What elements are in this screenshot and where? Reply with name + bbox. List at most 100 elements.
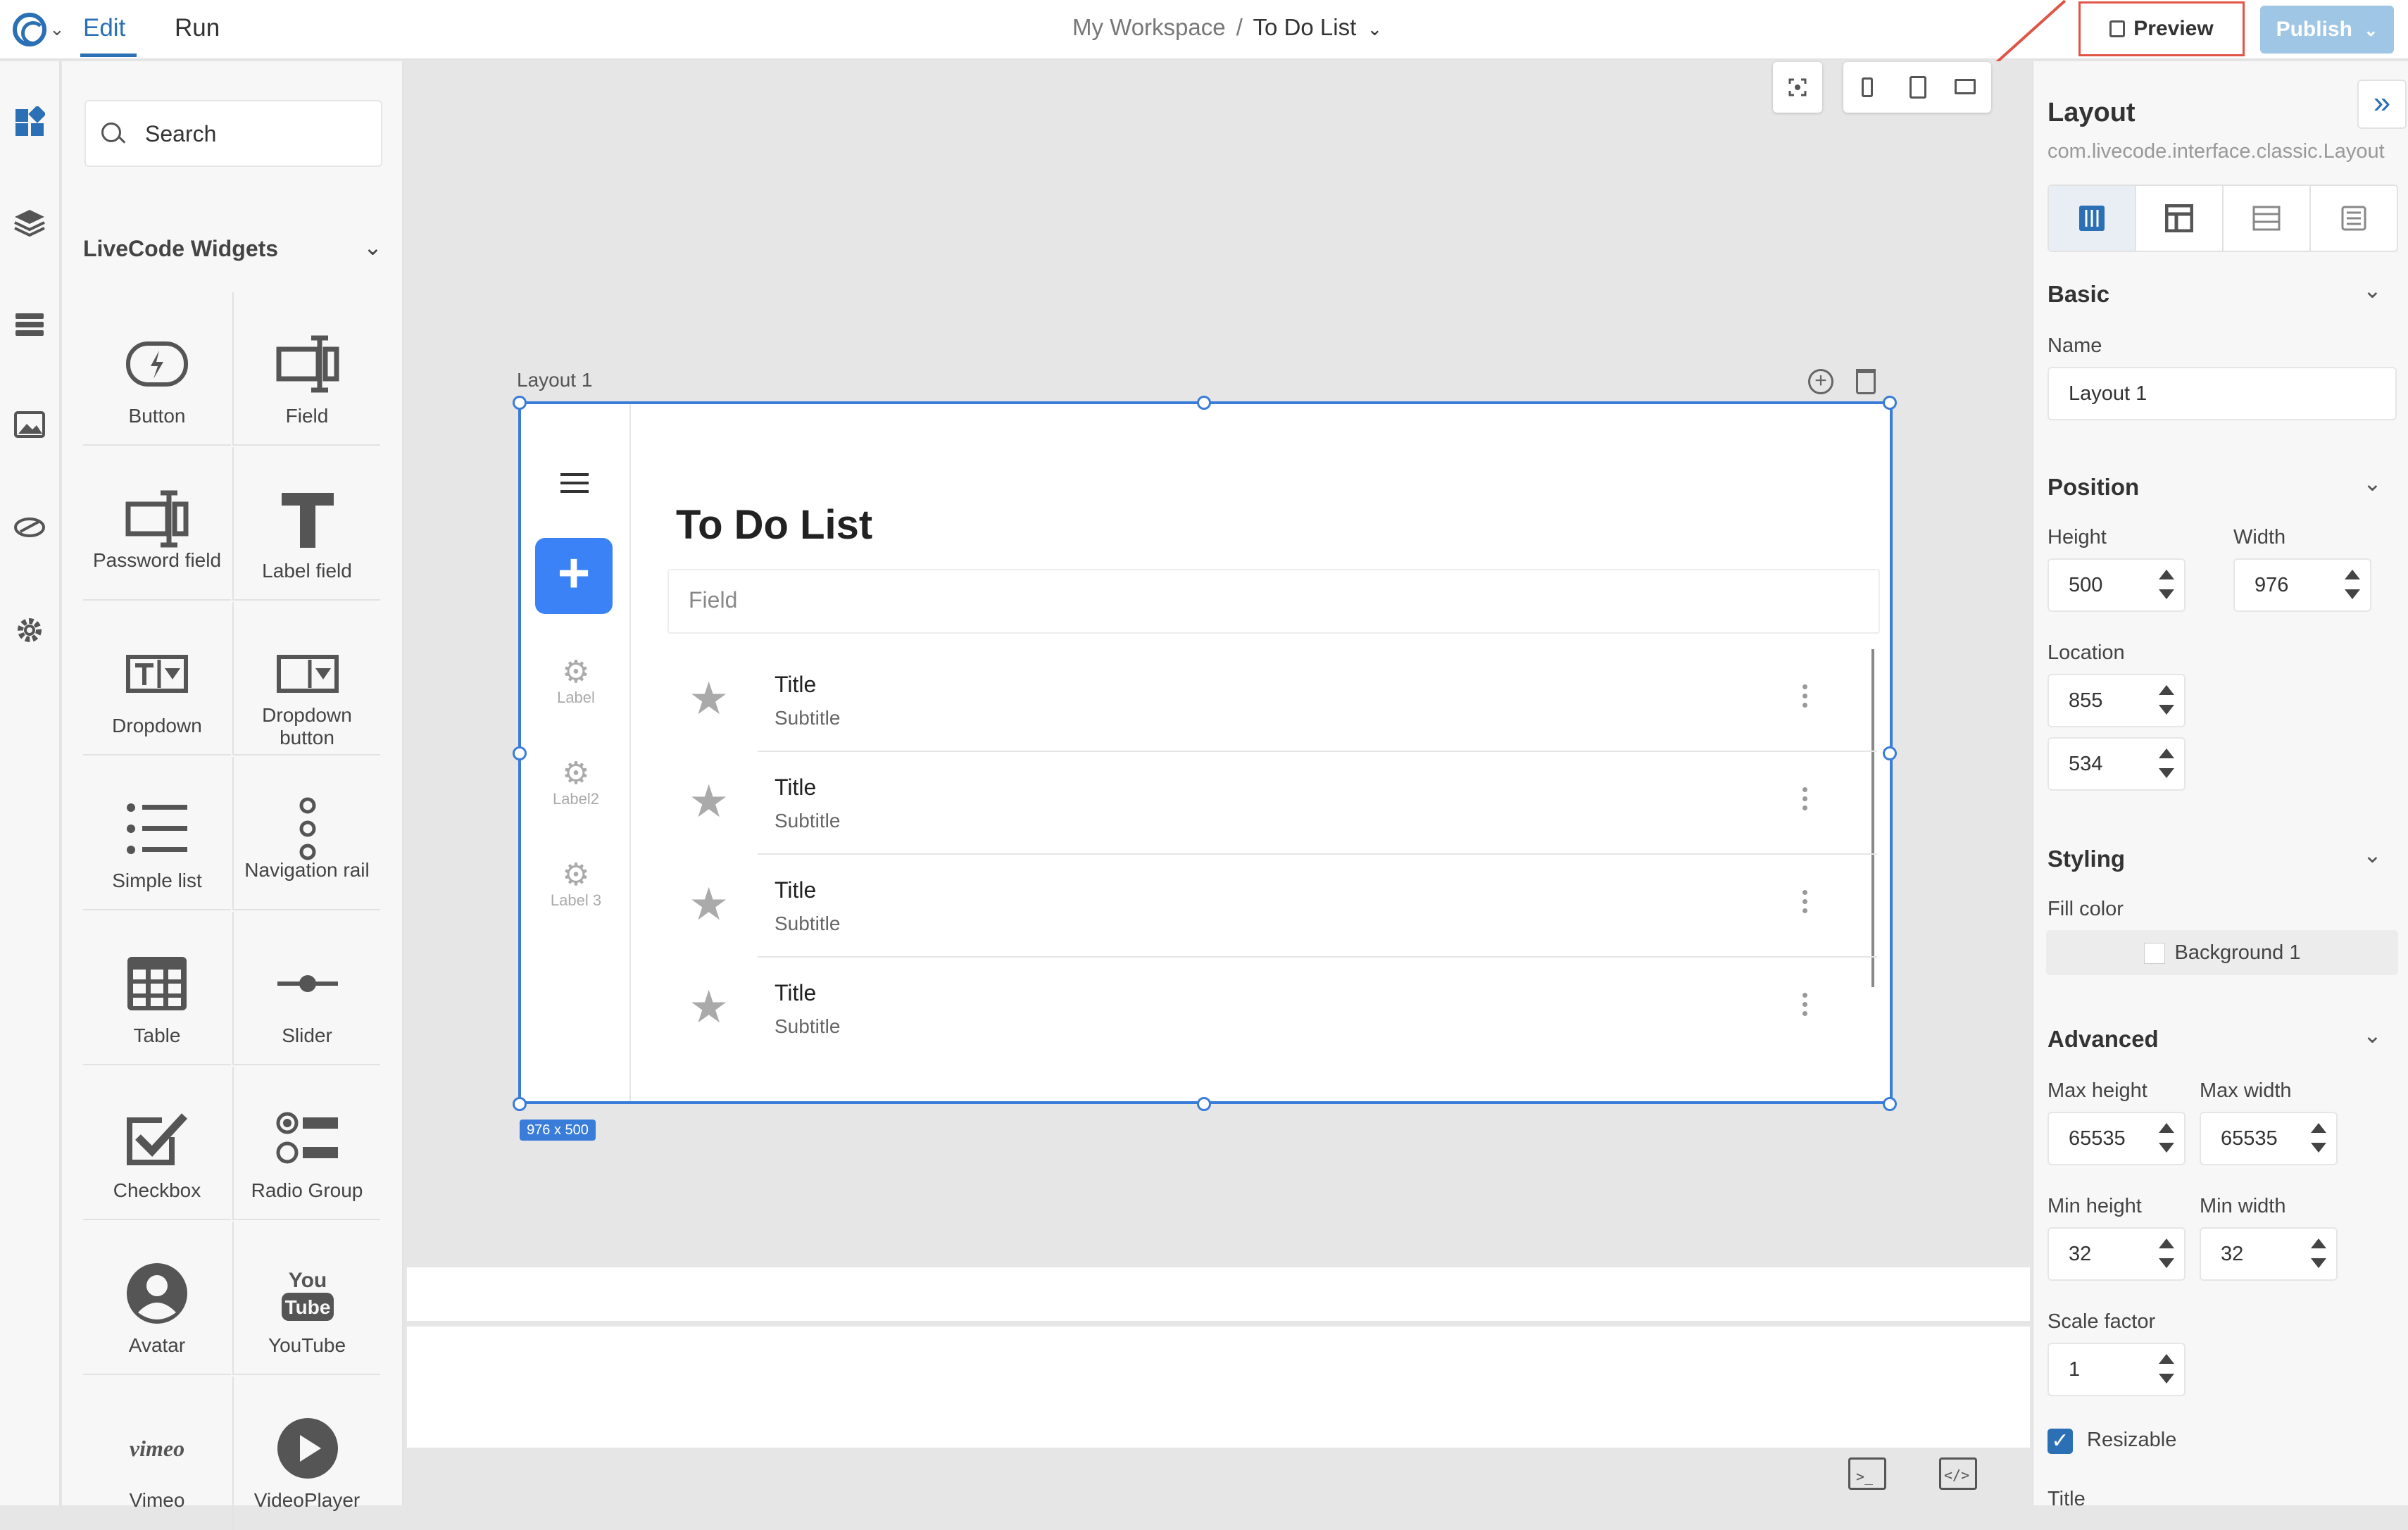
widget-youtube[interactable]: You Tube You Tube [232,1222,380,1375]
resize-handle[interactable] [1883,746,1897,760]
chevron-down-icon[interactable]: ⌄ [363,234,382,261]
todo-list[interactable]: ★ Title Subtitle ★ Title Subtitle ★ Titl… [667,649,1880,1036]
widget-table[interactable]: Table [83,912,231,1065]
settings-icon[interactable] [13,613,46,647]
widget-group-title[interactable]: LiveCode Widgets [83,236,278,262]
stepper-arrows-icon[interactable] [2159,1354,2174,1385]
widget-vimeo[interactable]: vimeo Vimeo [83,1377,231,1530]
location-x-stepper[interactable]: 855 [2048,674,2186,727]
scale-factor-stepper[interactable]: 1 [2048,1343,2186,1396]
resize-handle[interactable] [1883,1097,1897,1111]
widgets-icon[interactable] [13,105,46,139]
desktop-view-icon[interactable] [1955,79,1976,94]
tab-layout[interactable] [2136,186,2224,251]
widget-dropdown-button[interactable]: Dropdown button [232,602,380,755]
height-stepper[interactable]: 500 [2048,558,2186,612]
todo-input[interactable]: Field [667,569,1880,634]
nav-item-3[interactable]: ⚙ Label 3 [521,859,631,910]
name-field[interactable]: Layout 1 [2048,367,2397,420]
widget-avatar[interactable]: Avatar [83,1222,231,1375]
star-icon[interactable]: ★ [689,779,729,824]
stepper-arrows-icon[interactable] [2159,570,2174,601]
location-y-stepper[interactable]: 534 [2048,737,2186,791]
resize-handle[interactable] [1197,396,1211,410]
tab-list[interactable] [2224,186,2311,251]
min-width-stepper[interactable]: 32 [2200,1227,2338,1281]
add-icon[interactable]: + [1808,369,1833,394]
breadcrumb-workspace[interactable]: My Workspace [1072,14,1226,40]
chevron-down-icon[interactable]: ⌄ [2363,841,2382,868]
widget-radio-group[interactable]: Radio Group [232,1067,380,1220]
search-input[interactable]: Search [84,100,382,167]
widget-password-field[interactable]: Password field [83,447,231,601]
section-advanced[interactable]: Advanced [2048,1026,2159,1053]
resize-handle[interactable] [513,746,527,760]
fill-color-picker[interactable]: Background 1 [2046,930,2398,975]
more-options-icon[interactable] [1802,684,1808,712]
list-item[interactable]: ★ Title Subtitle [667,958,1880,1036]
stepper-arrows-icon[interactable] [2311,1123,2326,1154]
section-position[interactable]: Position [2048,474,2139,501]
list-item[interactable]: ★ Title Subtitle [667,649,1880,752]
layout-frame[interactable]: + ⚙ Label ⚙ Label2 ⚙ Label 3 To Do List Fie… [518,401,1893,1104]
widget-navigation-rail[interactable]: Navigation rail [232,757,380,910]
tab-run[interactable]: Run [175,14,220,42]
resize-handle[interactable] [513,1097,527,1111]
widget-button[interactable]: Button [83,292,231,446]
widget-checkbox[interactable]: Checkbox [83,1067,231,1220]
collapse-panel-icon[interactable]: » [2357,80,2407,129]
breadcrumb[interactable]: My Workspace / To Do List ⌄ [1072,14,1382,41]
stepper-arrows-icon[interactable] [2159,1123,2174,1154]
max-width-stepper[interactable]: 65535 [2200,1112,2338,1165]
media-icon[interactable] [13,408,46,441]
menu-icon[interactable] [560,473,589,493]
layers-icon[interactable] [13,206,46,239]
nav-item-1[interactable]: ⚙ Label [521,656,631,707]
stepper-arrows-icon[interactable] [2345,570,2360,601]
breadcrumb-project[interactable]: To Do List [1253,14,1357,40]
add-button[interactable]: + [535,538,613,614]
stepper-arrows-icon[interactable] [2159,1239,2174,1269]
max-height-stepper[interactable]: 65535 [2048,1112,2186,1165]
resizable-checkbox[interactable]: ✓ [2048,1429,2073,1454]
star-icon[interactable]: ★ [689,984,729,1029]
width-stepper[interactable]: 976 [2233,558,2371,612]
widget-simple-list[interactable]: Simple list [83,757,231,910]
chevron-down-icon[interactable]: ⌄ [2363,1022,2382,1048]
livecode-logo-icon[interactable] [13,13,46,46]
list-item[interactable]: ★ Title Subtitle [667,752,1880,855]
star-icon[interactable]: ★ [689,882,729,927]
chevron-down-icon[interactable]: ⌄ [49,18,65,40]
chevron-down-icon[interactable]: ⌄ [2363,470,2382,496]
chevron-down-icon[interactable]: ⌄ [2363,277,2382,303]
tab-properties[interactable] [2049,186,2136,251]
tablet-view-icon[interactable] [1910,76,1926,99]
min-height-stepper[interactable]: 32 [2048,1227,2186,1281]
chevron-down-icon[interactable]: ⌄ [1367,18,1382,39]
section-styling[interactable]: Styling [2048,846,2125,872]
nav-item-2[interactable]: ⚙ Label2 [521,758,631,808]
database-icon[interactable] [13,308,46,341]
more-options-icon[interactable] [1802,890,1808,917]
widget-label-field[interactable]: Label field [232,447,380,601]
code-icon[interactable]: </> [1939,1457,1977,1490]
more-options-icon[interactable] [1802,993,1808,1020]
stepper-arrows-icon[interactable] [2159,748,2174,779]
resize-handle[interactable] [1883,396,1897,410]
resize-handle[interactable] [513,396,527,410]
widget-video-player[interactable]: VideoPlayer [232,1377,380,1530]
stepper-arrows-icon[interactable] [2311,1239,2326,1269]
list-item[interactable]: ★ Title Subtitle [667,855,1880,958]
tab-script[interactable] [2311,186,2397,251]
star-icon[interactable]: ★ [689,676,729,721]
preview-button[interactable]: Preview [2078,1,2245,56]
more-options-icon[interactable] [1802,787,1808,815]
widget-dropdown[interactable]: Dropdown [83,602,231,755]
trash-icon[interactable] [1856,369,1876,394]
publish-button[interactable]: Publish ⌄ [2260,6,2394,54]
fit-screen-button[interactable] [1773,62,1822,113]
terminal-icon[interactable]: >_ [1848,1457,1886,1490]
api-icon[interactable] [13,510,46,544]
resize-handle[interactable] [1197,1097,1211,1111]
stepper-arrows-icon[interactable] [2159,685,2174,716]
